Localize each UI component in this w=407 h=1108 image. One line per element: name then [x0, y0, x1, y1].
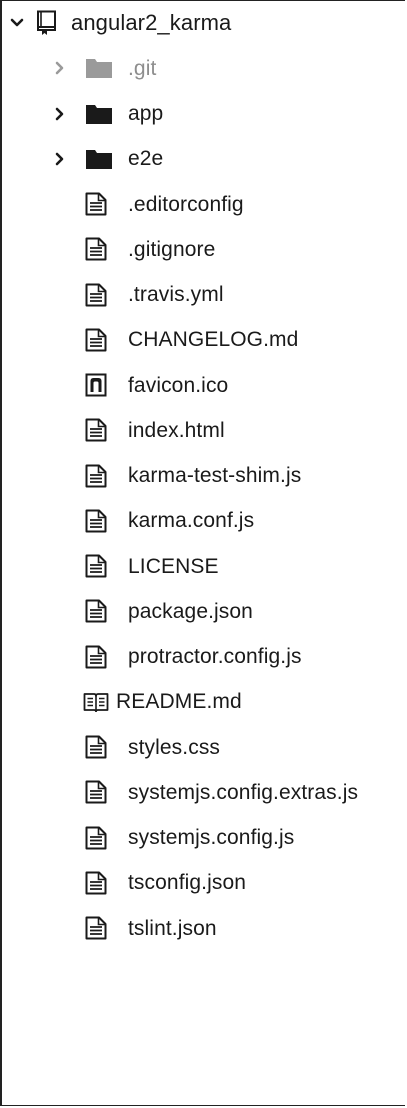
folder-icon [86, 59, 112, 79]
tree-file-item[interactable]: tslint.json [0, 908, 405, 948]
tree-item-label: .travis.yml [128, 283, 224, 306]
file-text-icon [85, 509, 107, 533]
chevron-right-icon [55, 107, 64, 120]
file-text-icon [85, 464, 107, 487]
tree-folder-item[interactable]: e2e [0, 139, 405, 179]
tree-item-label: CHANGELOG.md [128, 328, 299, 352]
file-text-icon [85, 645, 107, 668]
tree-item-label: systemjs.config.extras.js [128, 780, 359, 804]
tree-item-label: tsconfig.json [128, 871, 247, 895]
tree-item-label: protractor.config.js [128, 645, 302, 668]
file-text-icon [85, 599, 107, 623]
tree-item-label: e2e [128, 147, 164, 171]
tree-file-item[interactable]: README.md [0, 682, 405, 722]
tree-root-item[interactable]: angular2_karma [0, 3, 405, 43]
tree-item-label: karma-test-shim.js [128, 464, 302, 487]
tree-item-label: favicon.ico [128, 373, 229, 397]
tree-file-item[interactable]: karma-test-shim.js [0, 456, 405, 496]
file-text-icon [85, 871, 107, 895]
file-media-icon [85, 373, 107, 397]
tree-file-item[interactable]: index.html [0, 410, 405, 450]
tree-folder-item[interactable]: .git [0, 48, 405, 88]
file-text-icon [85, 554, 107, 578]
tree-item-label: tslint.json [128, 916, 217, 940]
tree-item-label: index.html [128, 418, 225, 442]
tree-item-label: app [128, 102, 164, 125]
tree-item-label: LICENSE [128, 554, 219, 578]
tree-file-item[interactable]: CHANGELOG.md [0, 320, 405, 360]
tree-item-label: .gitignore [128, 237, 216, 261]
file-text-icon [85, 780, 107, 804]
tree-file-item[interactable]: package.json [0, 591, 405, 631]
file-text-icon [85, 283, 107, 306]
tree-item-label: README.md [116, 690, 242, 714]
file-text-icon [85, 916, 107, 940]
tree-item-label: angular2_karma [71, 10, 232, 35]
tree-item-label: .git [128, 56, 157, 80]
chevron-right-icon [55, 61, 64, 75]
tree-file-item[interactable]: karma.conf.js [0, 501, 405, 541]
file-text-icon [85, 192, 107, 216]
tree-file-item[interactable]: styles.css [0, 727, 405, 767]
tree-item-label: .editorconfig [128, 192, 244, 216]
tree-file-item[interactable]: favicon.ico [0, 365, 405, 405]
tree-file-item[interactable]: tsconfig.json [0, 863, 405, 903]
tree-file-item[interactable]: systemjs.config.js [0, 818, 405, 858]
tree-file-item[interactable]: .gitignore [0, 229, 405, 269]
tree-item-label: styles.css [128, 735, 221, 759]
chevron-down-icon [10, 18, 24, 27]
tree-file-item[interactable]: .editorconfig [0, 184, 405, 224]
tree-item-label: systemjs.config.js [128, 826, 295, 849]
repo-icon [37, 10, 56, 35]
tree-item-label: karma.conf.js [128, 509, 255, 533]
chevron-right-icon [55, 152, 64, 166]
tree-file-item[interactable]: protractor.config.js [0, 637, 405, 677]
folder-icon [86, 104, 112, 124]
tree-file-item[interactable]: LICENSE [0, 546, 405, 586]
file-text-icon [85, 735, 107, 759]
file-text-icon [85, 418, 107, 442]
file-text-icon [85, 328, 107, 352]
book-icon [83, 692, 109, 712]
file-text-icon [85, 826, 107, 849]
tree-file-item[interactable]: .travis.yml [0, 275, 405, 315]
tree-file-item[interactable]: systemjs.config.extras.js [0, 772, 405, 812]
folder-icon [86, 149, 112, 169]
file-text-icon [85, 237, 107, 261]
tree-folder-item[interactable]: app [0, 94, 405, 134]
tree-item-label: package.json [128, 599, 253, 623]
